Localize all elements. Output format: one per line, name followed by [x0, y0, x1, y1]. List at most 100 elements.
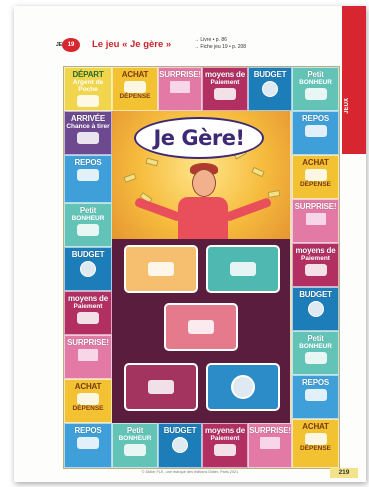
- cash-icon: [124, 81, 146, 93]
- board-square-moyens[interactable]: moyens de Paiement: [202, 423, 248, 468]
- board-square-repos[interactable]: REPOS: [292, 375, 339, 419]
- board-square-budget[interactable]: BUDGET: [158, 423, 202, 468]
- board-square-repos[interactable]: REPOS: [292, 111, 339, 155]
- payment-icon: [214, 88, 236, 100]
- board-square-surprise[interactable]: SURPRISE!: [64, 335, 112, 379]
- square-label: Petit: [307, 70, 324, 79]
- square-sublabel: Paiement: [73, 303, 103, 310]
- square-label: SURPRISE!: [67, 338, 109, 347]
- cash-icon: [304, 169, 327, 181]
- board-square-moyens[interactable]: moyens de Paiement: [202, 67, 248, 111]
- board-square-surprise[interactable]: SURPRISE!: [158, 67, 202, 111]
- ref-fiche: → Fiche jeu 19 • p. 208: [194, 43, 247, 50]
- square-label: ACHAT: [121, 70, 149, 79]
- square-label: Petit: [307, 334, 324, 343]
- square-label: SURPRISE!: [249, 426, 291, 435]
- gift-icon: [260, 437, 280, 449]
- square-sublabel: Paiement: [210, 79, 240, 86]
- card-moyens-paiement[interactable]: [124, 363, 198, 411]
- board-square-budget[interactable]: BUDGET: [292, 287, 339, 331]
- jeu-badge: JEU 19: [56, 36, 82, 54]
- heart-hand-icon: [230, 262, 256, 276]
- piggy-bank-icon: [77, 437, 99, 449]
- board-square-budget[interactable]: BUDGET: [248, 67, 292, 111]
- square-sublabel: BONHEUR: [299, 79, 332, 86]
- square-label: SURPRISE!: [159, 70, 201, 79]
- payment-icon: [214, 444, 236, 456]
- banknote-icon: [145, 157, 159, 167]
- payment-icon: [77, 312, 99, 324]
- square-sublabel: DÉPENSE: [119, 93, 151, 100]
- gift-icon: [305, 213, 326, 225]
- piggy-bank-icon: [304, 389, 327, 401]
- board-square-surprise[interactable]: SURPRISE!: [292, 199, 339, 243]
- square-sublabel: Argent de Poche: [72, 79, 104, 93]
- board-square-bonheur[interactable]: Petit BONHEUR: [292, 331, 339, 375]
- center-illustration: Je Gère!: [112, 111, 290, 239]
- heart-icon: [304, 352, 327, 364]
- board-square-repos[interactable]: REPOS: [64, 423, 112, 468]
- board-square-achat[interactable]: ACHAT DÉPENSE: [292, 419, 339, 468]
- square-label: ACHAT: [302, 422, 329, 431]
- square-sublabel: Paiement: [210, 435, 240, 442]
- piggy-bank-icon: [77, 169, 99, 181]
- square-sublabel: BONHEUR: [71, 215, 105, 222]
- square-label: Petit: [126, 426, 144, 435]
- board-square-moyens[interactable]: moyens de Paiement: [64, 291, 112, 335]
- square-label: BUDGET: [163, 426, 197, 435]
- piggy-bank-icon: [304, 125, 327, 137]
- page-title: Le jeu « Je gère »: [92, 39, 172, 50]
- square-sublabel: DÉPENSE: [299, 181, 332, 188]
- pie-chart-icon: [262, 81, 278, 97]
- square-label: BUDGET: [299, 290, 332, 299]
- square-sublabel: Chance à tirer: [66, 123, 110, 130]
- coins-icon: [77, 95, 99, 107]
- board-square-depart[interactable]: DÉPART Argent de Poche: [64, 67, 112, 111]
- cash-icon: [304, 433, 327, 445]
- board-square-repos[interactable]: REPOS: [64, 155, 112, 203]
- banknote-icon: [123, 173, 137, 183]
- copyright-footer: © Didier FLE, une marque des éditions Di…: [141, 470, 239, 474]
- square-label: REPOS: [74, 426, 102, 435]
- character-arm: [133, 197, 183, 222]
- board-square-budget[interactable]: BUDGET: [64, 247, 112, 291]
- board-square-bonheur[interactable]: Petit BONHEUR: [112, 423, 158, 468]
- square-label: REPOS: [74, 158, 102, 167]
- pie-chart-icon: [80, 261, 96, 277]
- square-label: BUDGET: [253, 70, 287, 79]
- gift-icon: [78, 349, 98, 361]
- heart-icon: [304, 88, 327, 100]
- square-label: DÉPART: [72, 70, 104, 79]
- board-square-moyens[interactable]: moyens de Paiement: [292, 243, 339, 287]
- heart-icon: [124, 444, 146, 456]
- square-label: ACHAT: [302, 158, 329, 167]
- board-square-bonheur[interactable]: Petit BONHEUR: [64, 203, 112, 247]
- board-square-bonheur[interactable]: Petit BONHEUR: [292, 67, 339, 111]
- square-sublabel: BONHEUR: [118, 435, 152, 442]
- square-label: moyens de: [205, 70, 245, 79]
- cash-icon: [148, 262, 174, 276]
- card-surprise[interactable]: [164, 303, 238, 351]
- page-references: → Livre • p. 86 → Fiche jeu 19 • p. 208: [194, 37, 246, 50]
- gift-icon: [170, 81, 190, 93]
- board-square-achat[interactable]: ACHAT DÉPENSE: [112, 67, 158, 111]
- board-square-achat[interactable]: ACHAT DÉPENSE: [64, 379, 112, 423]
- pie-chart-icon: [172, 437, 188, 453]
- card-budget[interactable]: [206, 363, 280, 411]
- section-tab-label: JEUX: [344, 98, 350, 114]
- card-achat-depense[interactable]: [124, 245, 198, 293]
- card-petit-bonheur[interactable]: [206, 245, 280, 293]
- square-label: moyens de: [68, 294, 108, 303]
- square-label: BUDGET: [71, 250, 105, 259]
- square-label: moyens de: [295, 246, 336, 255]
- page-number: 219: [330, 468, 358, 478]
- board-center-title: Je Gère!: [153, 126, 245, 150]
- square-label: ACHAT: [74, 382, 102, 391]
- board-square-surprise[interactable]: SURPRISE!: [248, 423, 292, 468]
- character-body: [178, 197, 228, 239]
- board-square-arrivee[interactable]: ARRIVÉE Chance à tirer: [64, 111, 112, 155]
- book-page: JEUX JEU 19 Le jeu « Je gère » → Livre •…: [14, 6, 366, 482]
- board-square-achat[interactable]: ACHAT DÉPENSE: [292, 155, 339, 199]
- square-label: REPOS: [301, 378, 329, 387]
- board-center: Je Gère!: [112, 111, 290, 423]
